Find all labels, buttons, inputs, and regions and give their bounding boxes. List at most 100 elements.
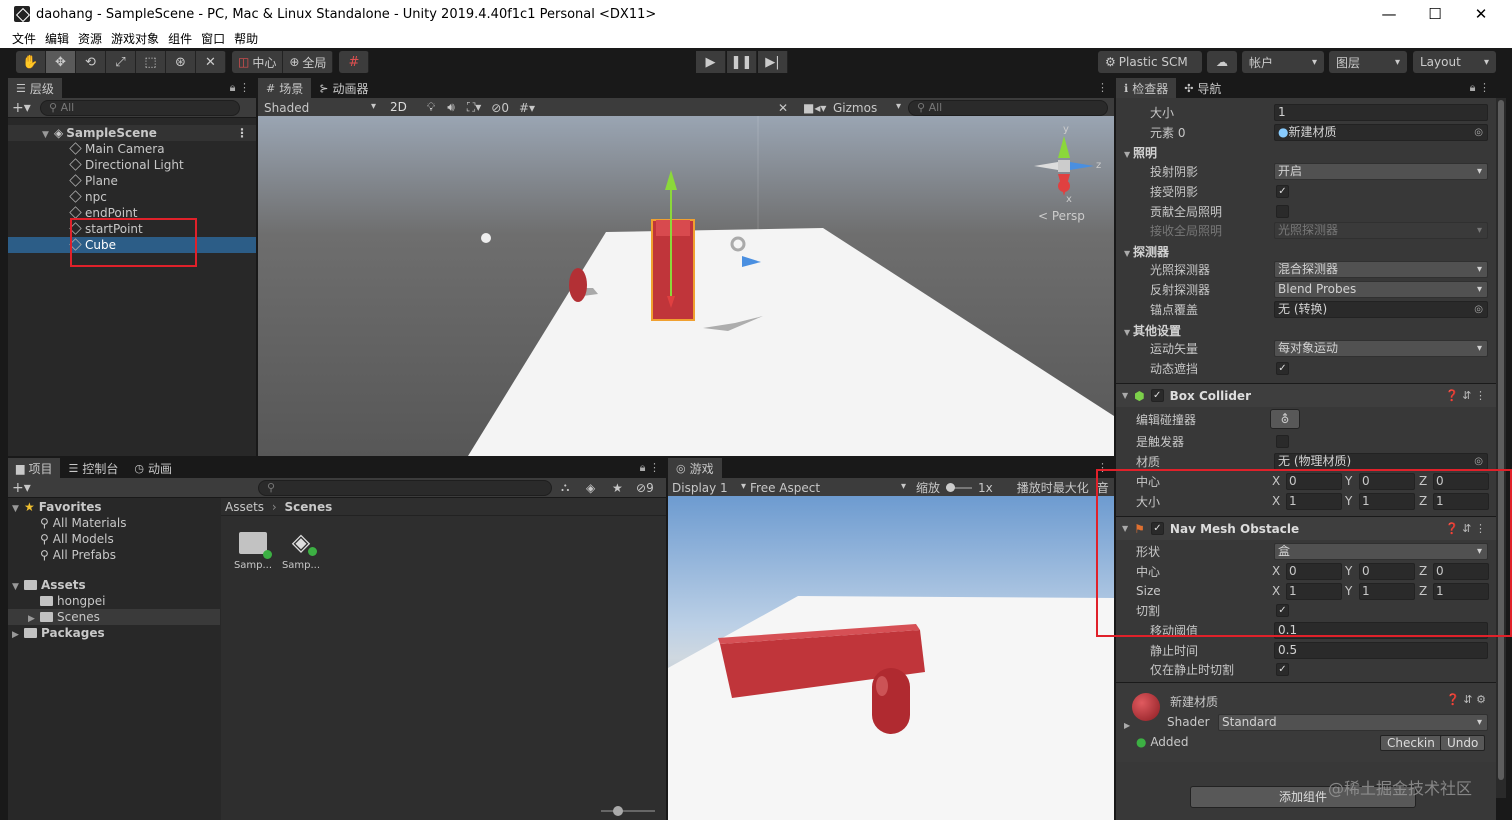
maximize-button[interactable]: ☐ xyxy=(1412,0,1458,28)
receive-shadows-checkbox[interactable]: ✓ xyxy=(1276,184,1289,198)
close-button[interactable]: ✕ xyxy=(1458,0,1504,28)
cloud-icon[interactable]: ☁ xyxy=(1207,51,1237,73)
zoom-slider[interactable] xyxy=(601,806,655,816)
favorites-row[interactable]: ▼ ★ Favorites xyxy=(8,499,220,515)
checkin-button[interactable]: Checkin xyxy=(1380,735,1442,751)
hidden-objects-icon[interactable]: ⊘0 xyxy=(491,101,509,115)
asset-tile[interactable]: ◈ Samp... xyxy=(281,528,321,571)
size-z-field[interactable]: Z1 xyxy=(1419,492,1489,510)
is-trigger-checkbox[interactable] xyxy=(1276,434,1289,448)
list-item[interactable]: ⚲ All Prefabs xyxy=(8,547,220,563)
element0-material-field[interactable]: ●新建材质 xyxy=(1274,123,1488,141)
nav-center-z-field[interactable]: Z0 xyxy=(1419,562,1489,580)
list-item[interactable]: ⚲ All Models xyxy=(8,531,220,547)
box-collider-enabled-checkbox[interactable]: ✓ xyxy=(1150,389,1164,402)
contribute-gi-checkbox[interactable] xyxy=(1276,204,1289,218)
list-item[interactable]: endPoint xyxy=(8,205,256,221)
game-menu-icon[interactable]: ⋮ xyxy=(1097,461,1108,474)
scene-viewport[interactable]: y x z < Persp xyxy=(258,116,1114,456)
nav-size-z-field[interactable]: Z1 xyxy=(1419,582,1489,600)
move-threshold-field[interactable]: 0.1 xyxy=(1274,621,1488,639)
scrollbar-thumb[interactable] xyxy=(1498,100,1504,780)
custom-tool-icon[interactable]: ✕ xyxy=(196,51,226,73)
play-button[interactable]: ▶ xyxy=(696,51,726,73)
foldout-arrow-icon[interactable]: ▼ xyxy=(1122,524,1128,533)
packages-row[interactable]: ▶ Packages xyxy=(8,625,220,641)
rect-tool-icon[interactable]: ⬚ xyxy=(136,51,166,73)
nav-center-y-field[interactable]: Y0 xyxy=(1345,562,1415,580)
reflection-probes-dropdown[interactable]: Blend Probes xyxy=(1274,280,1488,298)
scale-tool-icon[interactable]: ⤢ xyxy=(106,51,136,73)
tab-navigation[interactable]: ✣ 导航 xyxy=(1176,78,1230,98)
nav-mesh-obstacle-header[interactable]: ▼ ⚑ ✓ Nav Mesh Obstacle ❓ ⇵ ⋮ xyxy=(1116,516,1496,540)
hierarchy-search-input[interactable]: ⚲ All xyxy=(40,99,240,116)
nav-size-x-field[interactable]: X1 xyxy=(1272,582,1342,600)
component-menu-icons[interactable]: ❓ ⇵ ⋮ xyxy=(1445,522,1486,535)
move-tool-icon[interactable]: ✥ xyxy=(46,51,76,73)
global-toggle[interactable]: ⊕ 全局 xyxy=(283,51,334,73)
breadcrumb-leaf[interactable]: Scenes xyxy=(285,500,333,514)
layers-dropdown[interactable]: 图层 xyxy=(1329,51,1407,73)
list-item[interactable]: Main Camera xyxy=(8,141,256,157)
audio-icon[interactable]: 🔊︎ xyxy=(447,100,455,115)
collider-material-field[interactable]: 无 (物理材质) xyxy=(1274,452,1488,470)
game-viewport[interactable] xyxy=(668,496,1114,820)
mode-2d-button[interactable]: 2D xyxy=(384,99,413,116)
effects-icon[interactable]: ⛶▾ xyxy=(467,100,481,115)
list-item[interactable]: startPoint xyxy=(8,221,256,237)
center-y-field[interactable]: Y0 xyxy=(1345,472,1415,490)
pause-button[interactable]: ❚❚ xyxy=(727,51,757,73)
assets-row[interactable]: ▼ Assets xyxy=(8,577,220,593)
layout-dropdown[interactable]: Layout xyxy=(1413,51,1496,73)
motion-vectors-dropdown[interactable]: 每对象运动 xyxy=(1274,339,1488,357)
project-search-input[interactable]: ⚲ xyxy=(258,479,552,496)
project-lock-menu-icon[interactable]: 🔒︎ ⋮ xyxy=(640,461,660,475)
tab-game[interactable]: ◎ 游戏 xyxy=(668,458,722,478)
camera-icon[interactable]: ■◂▾ xyxy=(803,101,826,115)
lock-menu-icon[interactable]: 🔒︎ ⋮ xyxy=(230,81,250,95)
scene-menu-icon[interactable]: ⋮ xyxy=(1097,81,1108,94)
nav-center-x-field[interactable]: X0 xyxy=(1272,562,1342,580)
transform-tool-icon[interactable]: ⊛ xyxy=(166,51,196,73)
filter-type-icon[interactable]: ⛬ xyxy=(561,480,569,495)
maximize-on-play-toggle[interactable]: 播放时最大化 xyxy=(1017,479,1089,496)
carve-stationary-checkbox[interactable]: ✓ xyxy=(1276,662,1289,676)
menu-help[interactable]: 帮助 xyxy=(234,30,258,47)
tab-console[interactable]: ☰ 控制台 xyxy=(60,458,127,478)
carve-checkbox[interactable]: ✓ xyxy=(1276,603,1289,617)
edit-collider-button[interactable]: ⛢ xyxy=(1270,409,1300,429)
lighting-section[interactable]: 照明 xyxy=(1124,144,1157,161)
tab-hierarchy[interactable]: ☰ 层级 xyxy=(8,78,62,98)
menu-assets[interactable]: 资源 xyxy=(78,30,102,47)
zoom-slider-thumb[interactable] xyxy=(613,806,623,816)
favorite-star-icon[interactable]: ★ xyxy=(612,481,623,495)
step-button[interactable]: ▶| xyxy=(758,51,788,73)
menu-gameobject[interactable]: 游戏对象 xyxy=(111,30,159,47)
shape-dropdown[interactable]: 盒 xyxy=(1274,542,1488,560)
inspector-lock-menu-icon[interactable]: 🔒︎ ⋮ xyxy=(1470,81,1490,95)
center-z-field[interactable]: Z0 xyxy=(1419,472,1489,490)
nav-size-y-field[interactable]: Y1 xyxy=(1345,582,1415,600)
add-icon[interactable]: +▾ xyxy=(12,100,40,116)
probes-section[interactable]: 探测器 xyxy=(1124,243,1169,260)
size-x-field[interactable]: X1 xyxy=(1272,492,1342,510)
stationary-time-field[interactable]: 0.5 xyxy=(1274,641,1488,659)
undo-button[interactable]: Undo xyxy=(1440,735,1486,751)
rotate-tool-icon[interactable]: ⟲ xyxy=(76,51,106,73)
materials-size-field[interactable]: 1 xyxy=(1274,103,1488,121)
list-item-selected[interactable]: Cube xyxy=(8,237,256,253)
filter-label-icon[interactable]: ◈ xyxy=(586,481,595,495)
pivot-toggle[interactable]: ◫ 中心 xyxy=(232,51,284,73)
list-item[interactable]: hongpei xyxy=(8,593,220,609)
plastic-scm-button[interactable]: ⚙ Plastic SCM xyxy=(1098,51,1202,73)
menu-edit[interactable]: 编辑 xyxy=(45,30,69,47)
tab-animation[interactable]: ◷ 动画 xyxy=(126,458,180,478)
tab-scene[interactable]: # 场景 xyxy=(258,78,312,98)
scene-search-input[interactable]: ⚲ All xyxy=(908,99,1108,116)
shading-dropdown[interactable]: Shaded xyxy=(262,101,378,115)
menu-component[interactable]: 组件 xyxy=(168,30,192,47)
list-item[interactable]: Directional Light xyxy=(8,157,256,173)
other-settings-section[interactable]: 其他设置 xyxy=(1124,322,1181,339)
tools-icon[interactable]: ✕ xyxy=(778,101,788,115)
scale-slider[interactable] xyxy=(946,482,973,492)
